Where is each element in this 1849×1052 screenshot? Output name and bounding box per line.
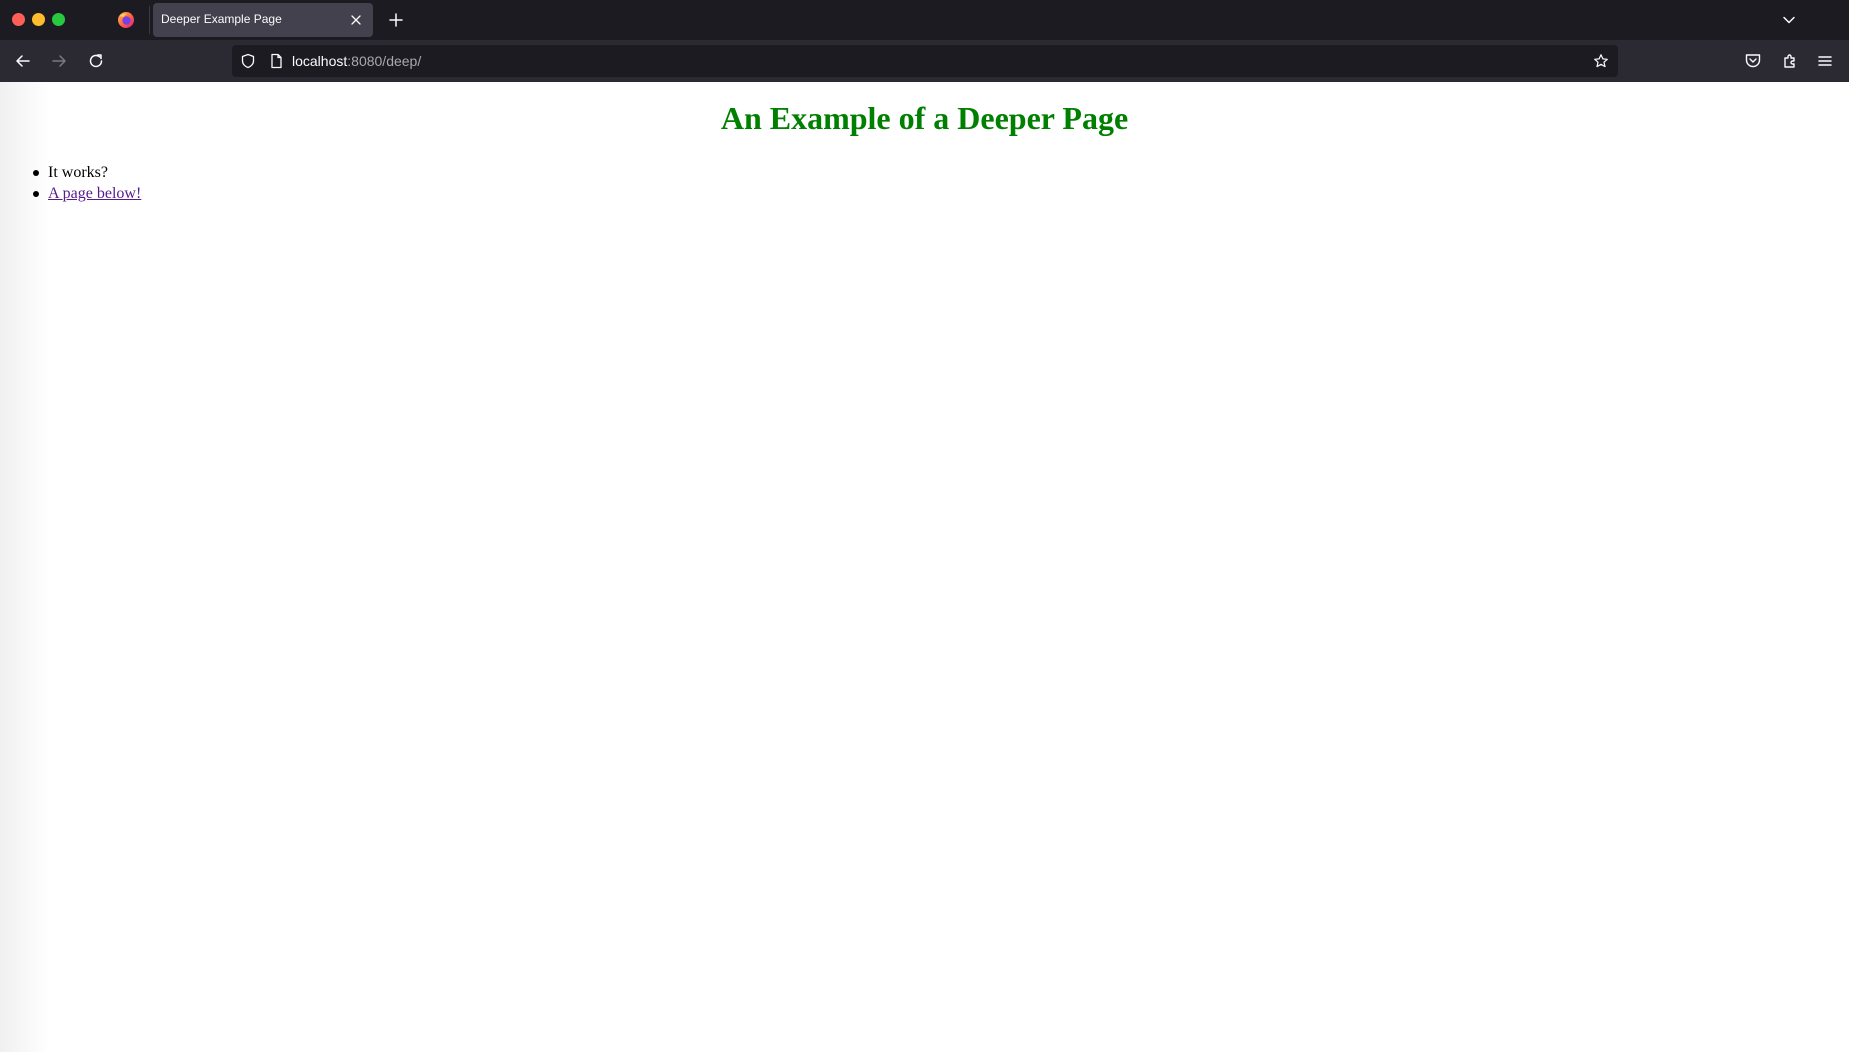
- hamburger-menu-icon[interactable]: [1814, 50, 1836, 72]
- star-icon[interactable]: [1593, 53, 1609, 69]
- tab-strip: Deeper Example Page: [0, 0, 1849, 40]
- reload-icon[interactable]: [85, 50, 107, 72]
- arrow-right-icon[interactable]: [48, 50, 70, 72]
- url-text[interactable]: localhost:8080/deep/: [292, 53, 421, 69]
- chevron-down-icon[interactable]: [1779, 10, 1799, 30]
- page-icon[interactable]: [268, 53, 284, 69]
- tab-title: Deeper Example Page: [161, 12, 282, 26]
- firefox-logo-icon[interactable]: [117, 11, 135, 29]
- page-below-link[interactable]: A page below!: [48, 185, 141, 202]
- url-host: localhost: [292, 53, 348, 69]
- list-item-text: It works?: [48, 164, 108, 181]
- puzzle-icon[interactable]: [1779, 50, 1801, 72]
- page-content: An Example of a Deeper Page It works? A …: [0, 82, 1849, 1052]
- tab-divider: [149, 6, 150, 34]
- bullet-icon: [33, 191, 39, 197]
- list-item: It works?: [0, 162, 141, 183]
- plus-icon[interactable]: [386, 10, 406, 30]
- page-heading: An Example of a Deeper Page: [720, 100, 1129, 136]
- url-bar[interactable]: localhost:8080/deep/: [232, 45, 1618, 77]
- sidebar-shadow: [0, 82, 50, 1052]
- window-maximize-button[interactable]: [52, 13, 65, 26]
- pocket-icon[interactable]: [1742, 50, 1764, 72]
- close-icon[interactable]: [348, 12, 364, 28]
- list-item: A page below!: [0, 183, 141, 204]
- shield-icon[interactable]: [240, 53, 256, 69]
- window-close-button[interactable]: [12, 13, 25, 26]
- url-path: :8080/deep/: [347, 53, 422, 69]
- bullet-icon: [33, 170, 39, 176]
- bullet-list: It works? A page below!: [0, 162, 141, 204]
- navigation-toolbar: localhost:8080/deep/: [0, 40, 1849, 82]
- browser-window: Deeper Example Page localhost:8080/deep/…: [0, 0, 1849, 1052]
- arrow-left-icon[interactable]: [12, 50, 34, 72]
- window-minimize-button[interactable]: [32, 13, 45, 26]
- tab-active[interactable]: Deeper Example Page: [153, 3, 373, 37]
